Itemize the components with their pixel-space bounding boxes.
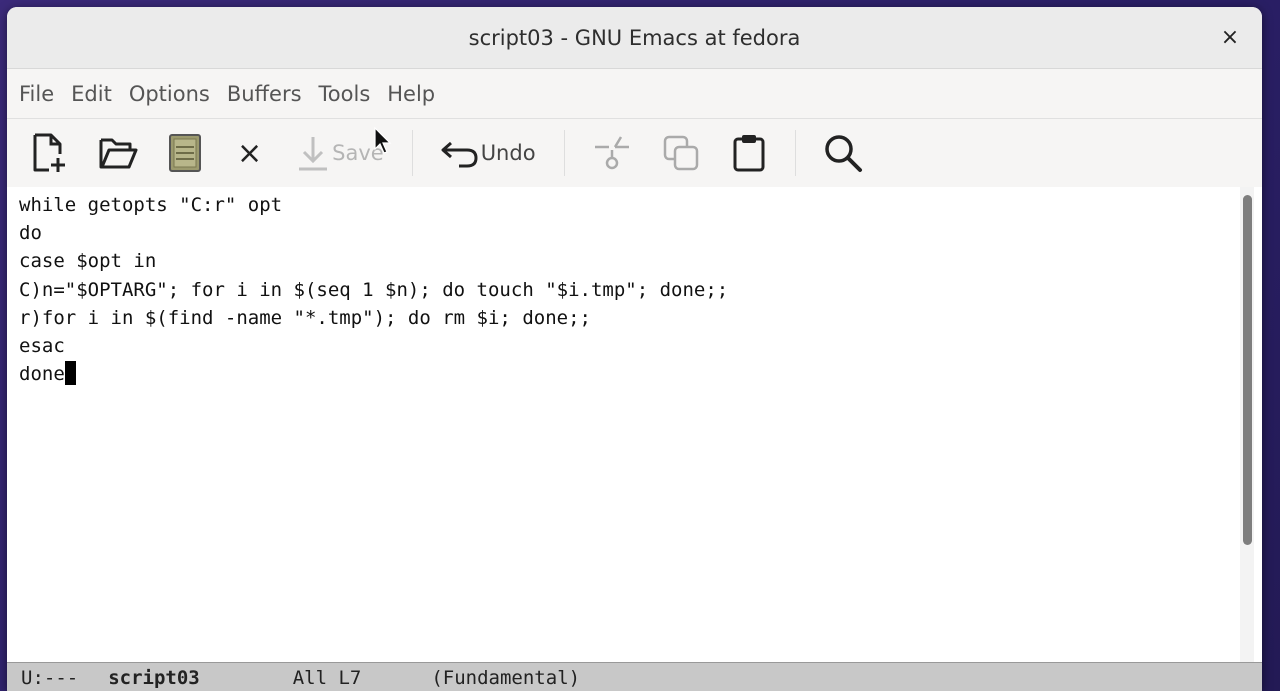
buffer-status: U:--- [21,667,79,689]
buffer-position: All L7 [292,667,362,689]
undo-label: Undo [480,141,536,165]
dired-icon [169,134,201,172]
buffer-name: script03 [108,667,200,689]
save-icon [299,137,328,171]
menu-edit[interactable]: Edit [71,82,127,106]
text-cursor [64,361,76,386]
undo-button[interactable]: Undo [439,136,536,170]
menu-help[interactable]: Help [387,82,450,106]
code-line: while getopts "C:r" opt [19,194,283,216]
emacs-window: script03 - GNU Emacs at fedora × File Ed… [7,7,1262,691]
open-folder-icon [99,138,138,169]
toolbar-separator [563,130,565,176]
menu-options[interactable]: Options [129,82,225,106]
mouse-pointer-icon [374,127,392,154]
toolbar-separator [794,130,796,176]
editor-buffer[interactable]: while getopts "C:r" opt do case $opt in … [7,187,1262,662]
menu-tools[interactable]: Tools [319,82,386,106]
code-line: case $opt in [19,250,157,273]
menu-buffers[interactable]: Buffers [227,82,317,106]
menu-bar: File Edit Options Buffers Tools Help [7,69,1262,119]
title-bar: script03 - GNU Emacs at fedora × [7,7,1262,69]
code-line: do [19,222,42,245]
paste-icon [733,135,765,172]
scrollbar-thumb[interactable] [1243,195,1252,545]
window-title: script03 - GNU Emacs at fedora [468,25,801,50]
tool-bar: × Save Undo [7,119,1262,187]
copy-icon [663,135,698,171]
kill-buffer-button[interactable]: × [231,136,268,171]
menu-file[interactable]: File [19,82,69,106]
major-mode: (Fundamental) [431,667,581,689]
code-text: while getopts "C:r" opt do case $opt in … [19,191,728,388]
close-button[interactable]: × [1216,23,1244,51]
mode-line: U:--- script03 All L7 (Fundamental) [7,662,1262,691]
cut-button[interactable] [591,133,633,173]
search-button[interactable] [822,132,864,174]
save-button[interactable]: Save [296,133,384,173]
dired-button[interactable] [167,133,203,173]
copy-button[interactable] [661,133,703,173]
undo-icon [441,141,478,168]
vertical-scrollbar[interactable] [1240,187,1254,662]
scissors-icon [594,136,629,170]
new-file-button[interactable] [29,132,69,174]
code-line: r)for i in $(find -name "*.tmp"); do rm … [19,306,591,329]
toolbar-separator [411,130,413,176]
search-icon [824,135,862,172]
new-file-icon [33,133,65,172]
close-icon: × [237,135,263,171]
paste-button[interactable] [731,133,767,173]
code-line: esac [19,335,65,358]
code-line: C)n="$OPTARG"; for i in $(seq 1 $n); do … [19,278,729,301]
code-line: done [19,363,65,386]
open-file-button[interactable] [97,134,139,172]
